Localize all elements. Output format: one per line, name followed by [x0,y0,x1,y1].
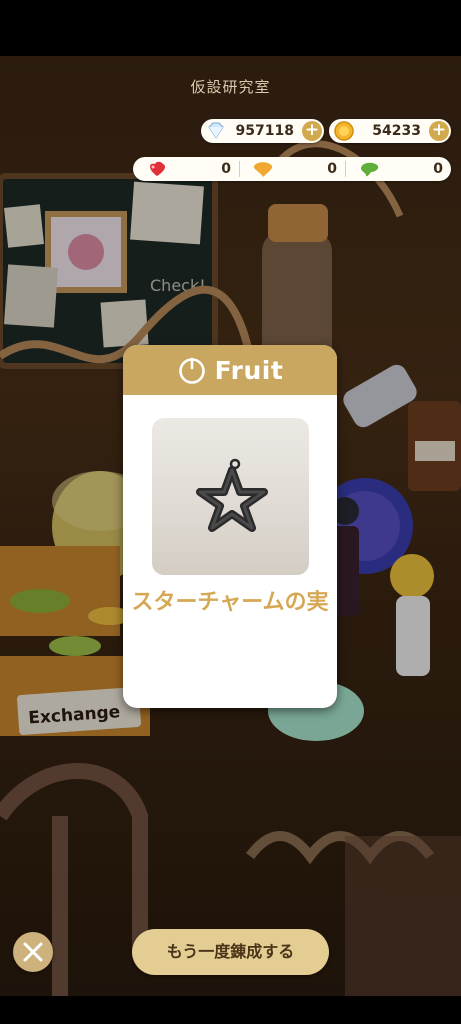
close-icon [23,942,43,962]
seed-yellow-count: 0 [327,161,337,177]
status-bar [0,0,461,56]
dialog-title: Fruit [214,355,284,385]
seed-green: 0 [345,157,451,181]
diamond-icon [208,122,224,139]
screen: Check! Exchange 仮設研究室 957118 + 54233 + 0… [0,0,461,1024]
navigation-bar [0,996,461,1024]
seed-counters: 0 0 0 [133,157,451,181]
diamond-currency: 957118 + [201,119,324,143]
timer-icon [178,357,205,384]
star-charm-icon [196,458,268,532]
seed-green-count: 0 [433,161,443,177]
fruit-result-dialog: Fruit スターチャームの実 [123,345,337,708]
green-seed-icon [361,162,379,177]
yellow-seed-icon [253,162,273,177]
item-name: スターチャームの実 [131,590,329,615]
diamond-count: 957118 [235,123,294,139]
coin-icon [334,121,354,141]
close-button[interactable] [13,932,53,972]
retry-synthesis-button[interactable]: もう一度錬成する [132,929,329,975]
dialog-header: Fruit [123,345,337,395]
seed-red-count: 0 [221,161,231,177]
seed-yellow: 0 [239,157,345,181]
page-title: 仮設研究室 [190,78,271,96]
coin-count: 54233 [372,123,421,139]
add-diamond-button[interactable]: + [302,121,322,141]
red-heart-seed-icon [150,161,165,176]
add-coin-button[interactable]: + [429,121,449,141]
item-preview [152,418,309,575]
coin-currency: 54233 + [329,119,451,143]
seed-red: 0 [133,157,239,181]
